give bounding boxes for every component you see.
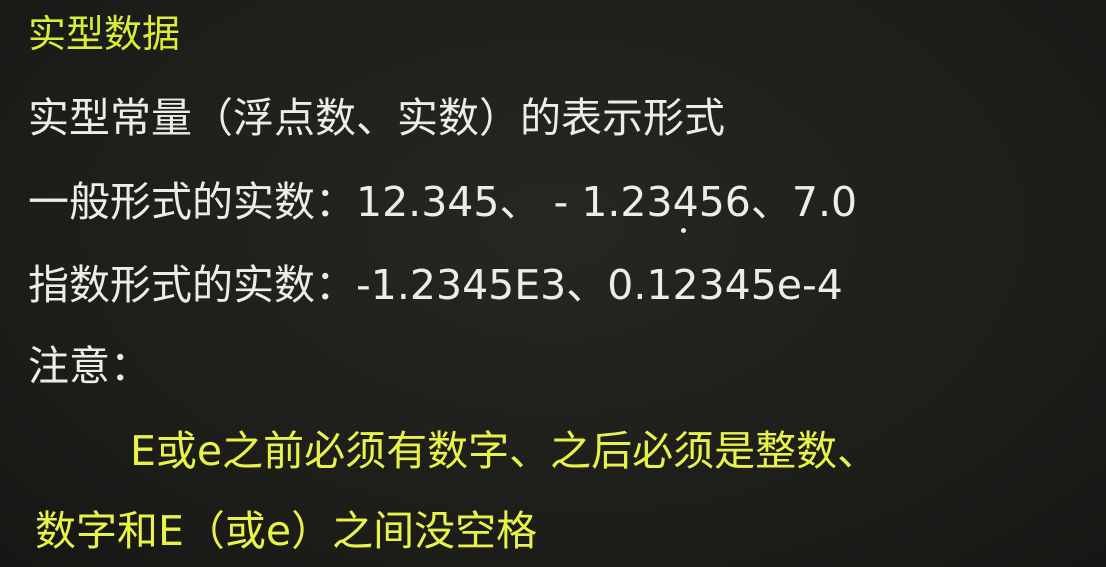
- note-rule-2: 数字和E（或e）之间没空格: [35, 507, 538, 555]
- slide-title: 实型数据: [28, 12, 181, 56]
- note-rule-1: E或e之前必须有数字、之后必须是整数、: [130, 427, 879, 475]
- exponent-form-examples: 指数形式的实数：-1.2345E3、0.12345e-4: [28, 261, 843, 309]
- slide: 实型数据 实型常量（浮点数、实数）的表示形式 一般形式的实数：12.345、 -…: [0, 0, 1106, 567]
- float-constant-heading: 实型常量（浮点数、实数）的表示形式: [28, 94, 725, 142]
- general-form-examples: 一般形式的实数：12.345、 - 1.23456、7.0: [28, 178, 858, 226]
- stray-dot-mark: [681, 228, 686, 233]
- note-label: 注意：: [28, 342, 151, 390]
